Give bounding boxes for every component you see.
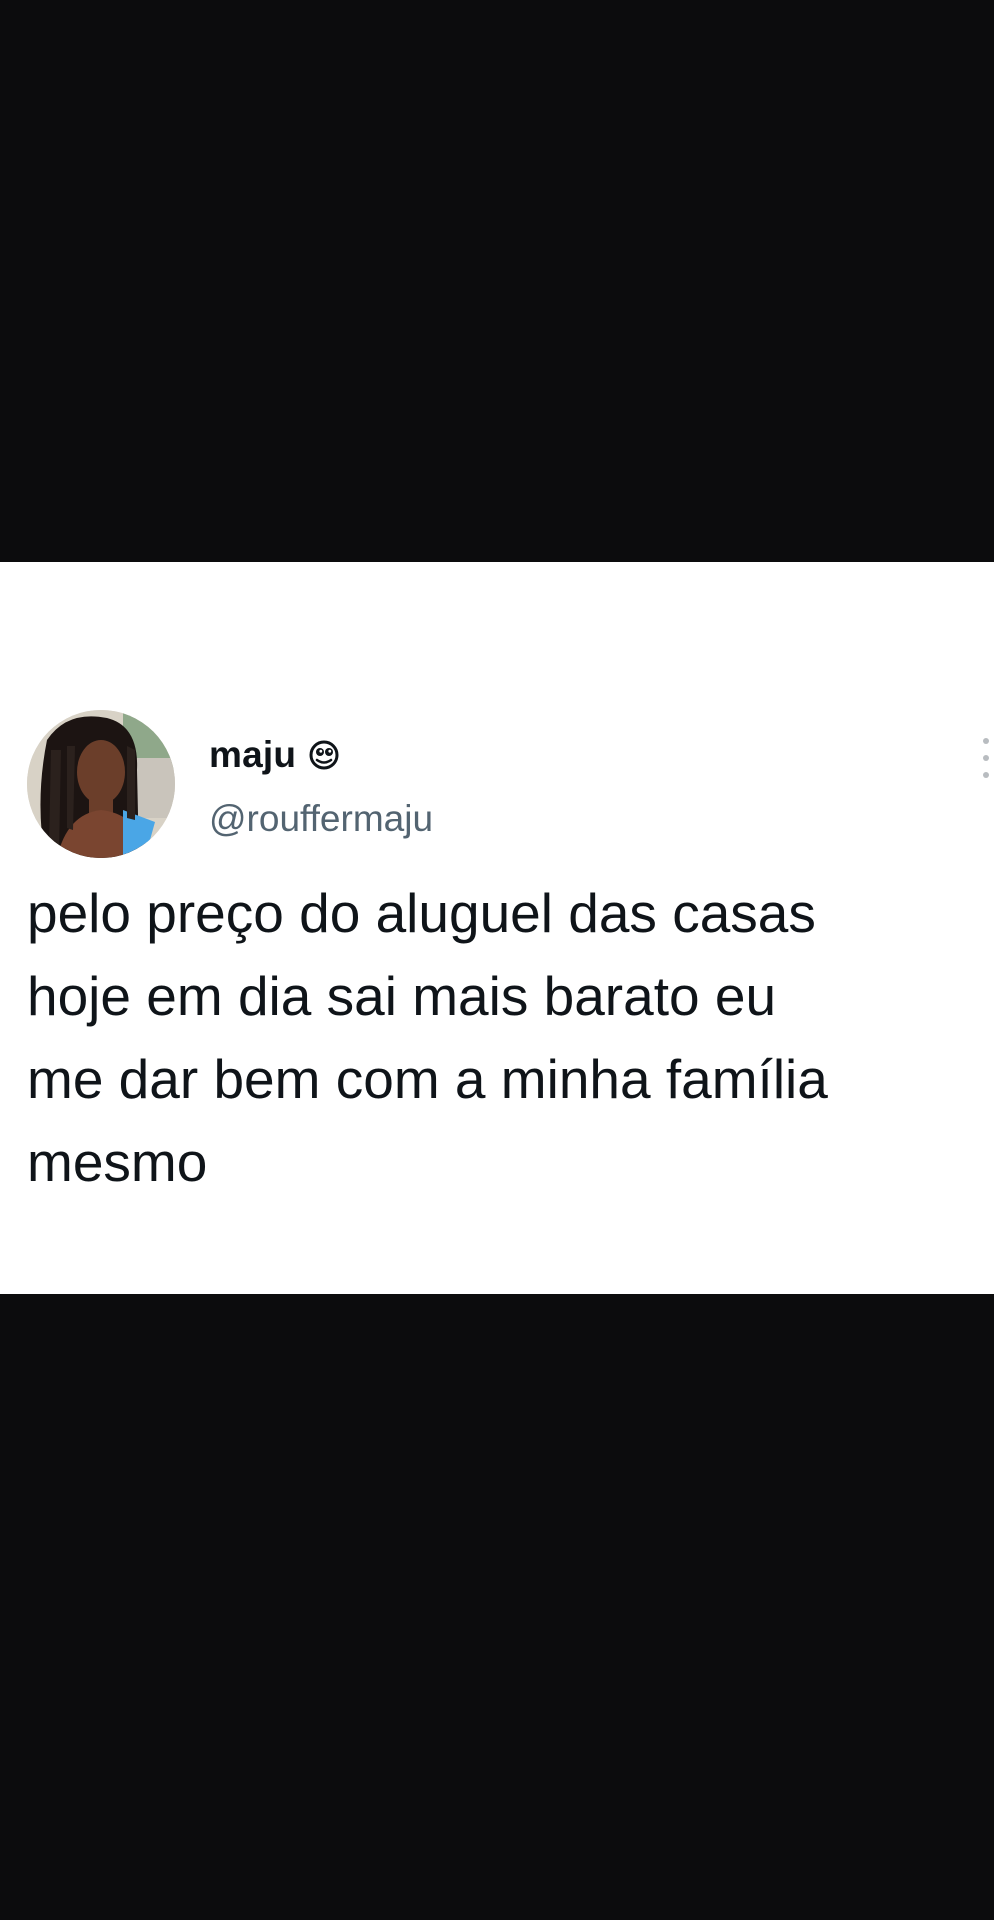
peeking-eye-emoji-icon	[308, 739, 340, 771]
avatar[interactable]	[27, 710, 175, 858]
avatar-photo	[27, 710, 175, 858]
more-options-icon[interactable]	[980, 738, 992, 778]
tweet-text: pelo preço do aluguel das casas hoje em …	[27, 882, 828, 1193]
name-row: maju	[209, 734, 340, 776]
screen: maju @rouffermaju pelo preço do aluguel …	[0, 0, 994, 1920]
tweet-card[interactable]: maju @rouffermaju pelo preço do aluguel …	[0, 562, 994, 1294]
user-handle[interactable]: @rouffermaju	[209, 798, 433, 840]
display-name[interactable]: maju	[209, 734, 296, 776]
